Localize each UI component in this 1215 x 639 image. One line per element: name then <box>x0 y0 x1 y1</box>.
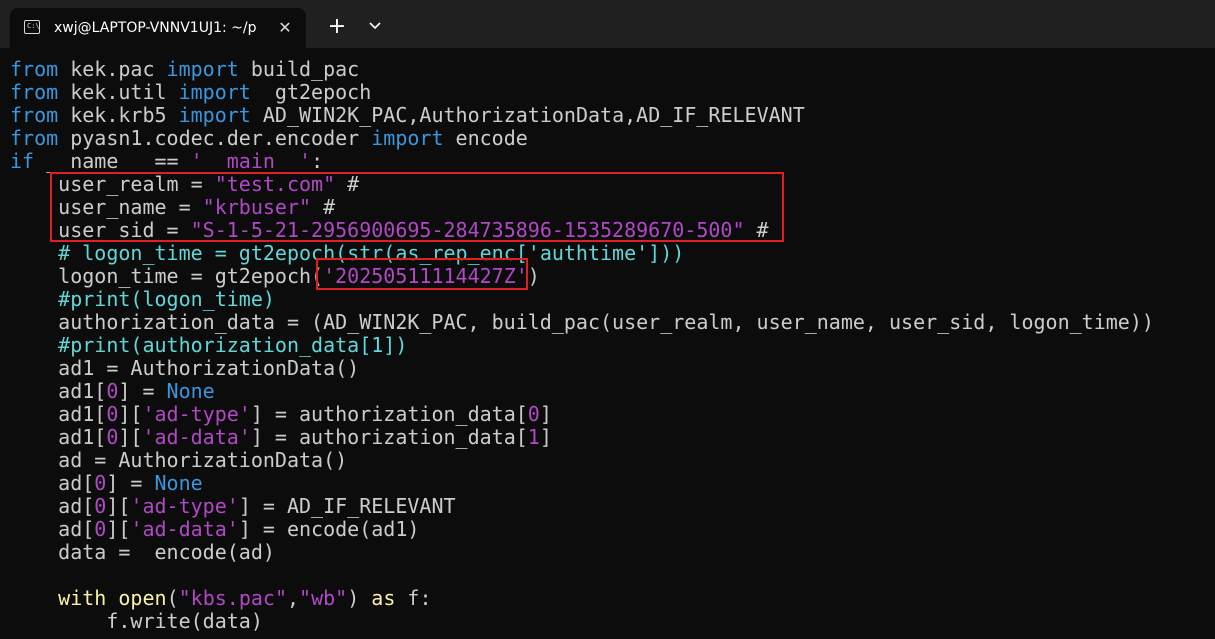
plus-icon: + <box>327 14 347 39</box>
code-line: ad[0]['ad-type'] = AD_IF_RELEVANT <box>10 494 456 518</box>
terminal-icon: C:\ <box>24 20 40 34</box>
code-line: from kek.pac import build_pac <box>10 57 360 81</box>
code-line: f.write(data) <box>10 609 263 633</box>
code-line: ad1[0] = None <box>10 379 215 403</box>
code-line: from pyasn1.codec.der.encoder import enc… <box>10 126 528 150</box>
code-line: ad[0] = None <box>10 471 203 495</box>
code-line: logon_time = gt2epoch('20250511114427Z') <box>10 264 540 288</box>
tab-title: xwj@LAPTOP-VNNV1UJ1: ~/p <box>54 20 257 36</box>
title-bar: C:\ xwj@LAPTOP-VNNV1UJ1: ~/p ✕ + <box>0 0 1215 48</box>
code-line: from kek.krb5 import AD_WIN2K_PAC,Author… <box>10 103 805 127</box>
code-line: authorization_data = (AD_WIN2K_PAC, buil… <box>10 310 1154 334</box>
code-block: from kek.pac import build_pac from kek.ut… <box>10 58 1154 633</box>
terminal-tab[interactable]: C:\ xwj@LAPTOP-VNNV1UJ1: ~/p ✕ <box>10 8 306 48</box>
code-line: if __name__ == '__main__': <box>10 149 324 173</box>
code-line: ad[0]['ad-data'] = encode(ad1) <box>10 517 420 541</box>
code-line: ad1[0]['ad-type'] = authorization_data[0… <box>10 402 552 426</box>
code-line: with open("kbs.pac","wb") as f: <box>58 586 432 610</box>
code-line: user_name = "krbuser" # <box>10 195 336 219</box>
code-line: #print(authorization_data[1]) <box>58 333 408 357</box>
code-line: user_sid = "S-1-5-21-2956900695-28473589… <box>10 218 769 242</box>
code-line: #print(logon_time) <box>58 287 275 311</box>
new-tab-button[interactable]: + <box>322 12 352 42</box>
code-line: ad1[0]['ad-data'] = authorization_data[1… <box>10 425 552 449</box>
code-line: data = encode(ad) <box>10 540 275 564</box>
code-line: user_realm = "test.com" # <box>10 172 360 196</box>
close-icon[interactable]: ✕ <box>274 17 296 39</box>
code-line: ad = AuthorizationData() <box>10 448 348 472</box>
code-line: from kek.util import gt2epoch <box>10 80 372 104</box>
code-line: ad1 = AuthorizationData() <box>10 356 360 380</box>
chevron-down-icon <box>369 22 381 30</box>
terminal-output[interactable]: from kek.pac import build_pac from kek.ut… <box>0 48 1215 639</box>
tab-dropdown-button[interactable] <box>360 12 390 42</box>
code-line: # logon_time = gt2epoch(str(as_rep_enc['… <box>58 241 685 265</box>
